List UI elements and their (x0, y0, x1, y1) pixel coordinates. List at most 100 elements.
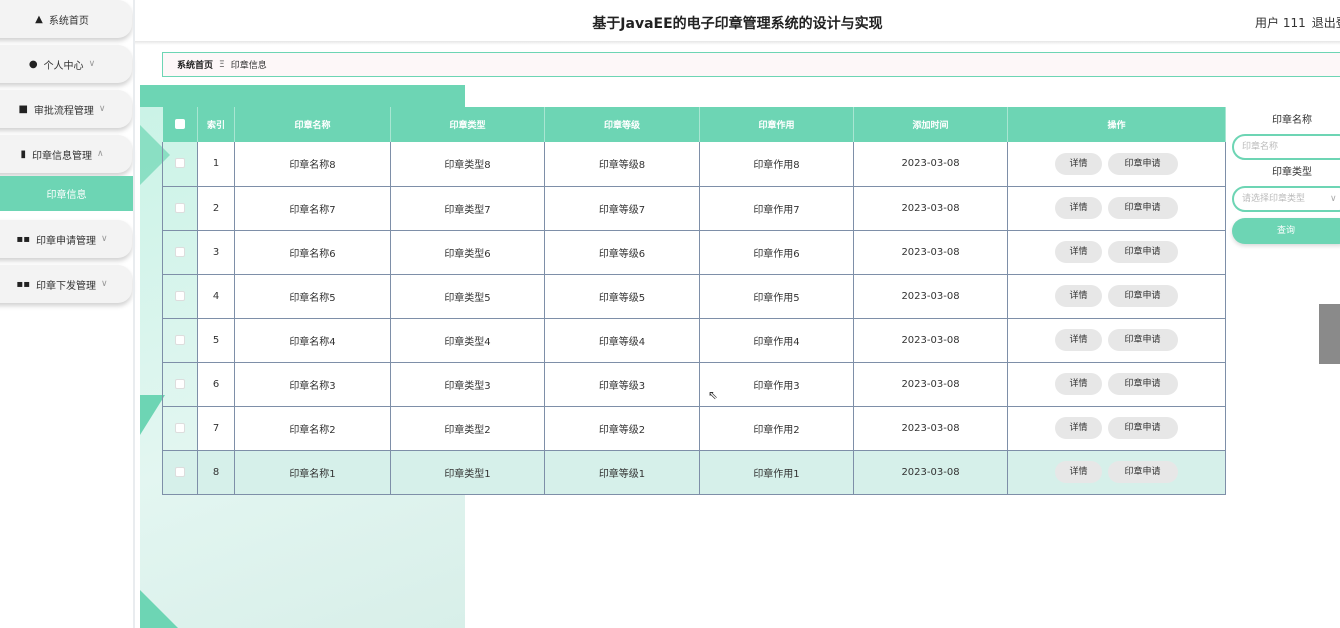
detail-button[interactable]: 详情 (1055, 329, 1102, 351)
query-button[interactable]: 查询 (1232, 218, 1340, 244)
breadcrumb-home[interactable]: 系统首页 (177, 58, 213, 71)
page-title: 基于JavaEE的电子印章管理系统的设计与实现 (592, 16, 883, 32)
table-row: 3 印章名称6 印章类型6 印章等级6 印章作用6 2023-03-08 详情印… (162, 230, 1226, 275)
chevron-down-icon: ∨ (98, 104, 106, 114)
cell-use: 印章作用5 (699, 274, 854, 319)
sidebar-item-personal-center[interactable]: ● 个人中心 ∨ (0, 45, 132, 83)
cell-type: 印章类型7 (390, 186, 545, 231)
grid-icon: ▪▪ (16, 233, 30, 245)
seal-name-input[interactable]: 印章名称 (1232, 134, 1340, 160)
apply-seal-button[interactable]: 印章申请 (1107, 285, 1178, 307)
cell-date: 2023-03-08 (853, 318, 1008, 363)
row-select-cell (162, 142, 198, 187)
detail-button[interactable]: 详情 (1055, 197, 1102, 219)
cell-index: 4 (197, 274, 235, 319)
table-row: 7 印章名称2 印章类型2 印章等级2 印章作用2 2023-03-08 详情印… (162, 406, 1226, 451)
row-checkbox[interactable] (175, 290, 185, 301)
seal-type-select[interactable]: 请选择印章类型 ∨ (1232, 186, 1340, 212)
cell-actions: 详情 印章申请 (1007, 406, 1226, 451)
cell-use: 印章作用2 (699, 406, 854, 451)
seal-type-placeholder: 请选择印章类型 (1242, 194, 1306, 204)
sidebar-item-approval-flow[interactable]: ■ 审批流程管理 ∨ (0, 90, 132, 128)
row-checkbox[interactable] (175, 334, 185, 345)
apply-seal-button[interactable]: 印章申请 (1107, 329, 1178, 351)
sidebar-item-seal-issue[interactable]: ▪▪ 印章下发管理 ∨ (0, 265, 132, 303)
row-select-cell (162, 230, 198, 275)
breadcrumb-current: 印章信息 (230, 61, 267, 71)
cell-type: 印章类型6 (390, 230, 545, 275)
sidebar-item-home[interactable]: ▲ 系统首页 (0, 0, 132, 38)
cell-name: 印章名称7 (234, 186, 391, 231)
cell-use: 印章作用6 (699, 230, 854, 275)
cell-date: 2023-03-08 (853, 406, 1008, 451)
sidebar-subitem-label: 印章信息 (46, 190, 87, 201)
chevron-down-icon: ∨ (100, 234, 108, 244)
table-row: 5 印章名称4 印章类型4 印章等级4 印章作用4 2023-03-08 详情印… (162, 318, 1226, 363)
cell-use: 印章作用4 (699, 318, 854, 363)
select-all-checkbox[interactable] (174, 119, 185, 130)
cell-actions: 详情 印章申请 (1007, 186, 1226, 231)
cell-index: 1 (197, 142, 235, 187)
apply-seal-button[interactable]: 印章申请 (1107, 152, 1178, 175)
cell-use: 印章作用7 (699, 186, 854, 231)
home-icon: ▲ (35, 13, 43, 25)
row-select-cell (162, 318, 198, 363)
table-row-selected: 8 印章名称1 印章类型1 印章等级1 印章作用1 2023-03-08 详情印… (162, 450, 1226, 495)
cell-type: 印章类型2 (390, 406, 545, 451)
cell-actions: 详情 印章申请 (1007, 362, 1226, 407)
apply-seal-button[interactable]: 印章申请 (1107, 373, 1178, 395)
mouse-pointer-icon: ⇖ (708, 388, 719, 402)
sidebar-item-label: 审批流程管理 (33, 105, 94, 117)
chevron-down-icon: ∨ (100, 279, 108, 289)
apply-seal-button[interactable]: 印章申请 (1107, 461, 1178, 483)
detail-button[interactable]: 详情 (1055, 241, 1102, 263)
decorative-triangle (140, 590, 180, 628)
cell-name: 印章名称6 (234, 230, 391, 275)
search-panel: 印章名称 印章名称 印章类型 请选择印章类型 ∨ 查询 (1232, 108, 1340, 244)
cell-actions: 详情 印章申请 (1007, 450, 1226, 495)
cell-date: 2023-03-08 (853, 274, 1008, 319)
sidebar-subitem-seal-info[interactable]: 印章信息 (0, 176, 133, 211)
sidebar-item-label: 印章申请管理 (35, 235, 96, 247)
briefcase-icon: ■ (18, 103, 28, 115)
cell-date: 2023-03-08 (853, 186, 1008, 231)
cell-name: 印章名称2 (234, 406, 391, 451)
row-checkbox[interactable] (175, 378, 185, 389)
row-checkbox[interactable] (175, 158, 185, 169)
sidebar-item-seal-info[interactable]: ▮ 印章信息管理 ∧ (0, 135, 132, 173)
column-header: 添加时间 (853, 107, 1008, 142)
row-checkbox[interactable] (175, 422, 185, 433)
cell-name: 印章名称5 (234, 274, 391, 319)
sidebar-item-label: 系统首页 (48, 15, 89, 27)
cell-index: 2 (197, 186, 235, 231)
column-header: 印章作用 (699, 107, 854, 142)
clipboard-icon: ▮ (20, 148, 26, 160)
apply-seal-button[interactable]: 印章申请 (1107, 197, 1178, 219)
scrollbar-thumb[interactable] (1319, 304, 1340, 364)
detail-button[interactable]: 详情 (1055, 152, 1102, 175)
row-checkbox[interactable] (175, 246, 185, 257)
cell-level: 印章等级3 (544, 362, 700, 407)
apply-seal-button[interactable]: 印章申请 (1107, 241, 1178, 263)
detail-button[interactable]: 详情 (1055, 461, 1102, 483)
sidebar-divider (133, 0, 135, 628)
apply-seal-button[interactable]: 印章申请 (1107, 417, 1178, 439)
row-checkbox[interactable] (175, 466, 185, 477)
cell-index: 7 (197, 406, 235, 451)
row-select-cell (162, 450, 198, 495)
table-row: 4 印章名称5 印章类型5 印章等级5 印章作用5 2023-03-08 详情印… (162, 274, 1226, 319)
logout-link[interactable]: 退出登 (1312, 16, 1340, 30)
cell-date: 2023-03-08 (853, 450, 1008, 495)
cell-use: 印章作用3 (699, 362, 854, 407)
seal-type-label: 印章类型 (1272, 167, 1312, 178)
chevron-down-icon: ∨ (1330, 194, 1337, 204)
sidebar-item-seal-apply[interactable]: ▪▪ 印章申请管理 ∨ (0, 220, 132, 258)
detail-button[interactable]: 详情 (1055, 417, 1102, 439)
row-checkbox[interactable] (175, 202, 185, 213)
cell-level: 印章等级7 (544, 186, 700, 231)
cell-date: 2023-03-08 (853, 362, 1008, 407)
detail-button[interactable]: 详情 (1055, 285, 1102, 307)
cell-date: 2023-03-08 (853, 142, 1008, 187)
cell-actions: 详情 印章申请 (1007, 142, 1226, 187)
detail-button[interactable]: 详情 (1055, 373, 1102, 395)
